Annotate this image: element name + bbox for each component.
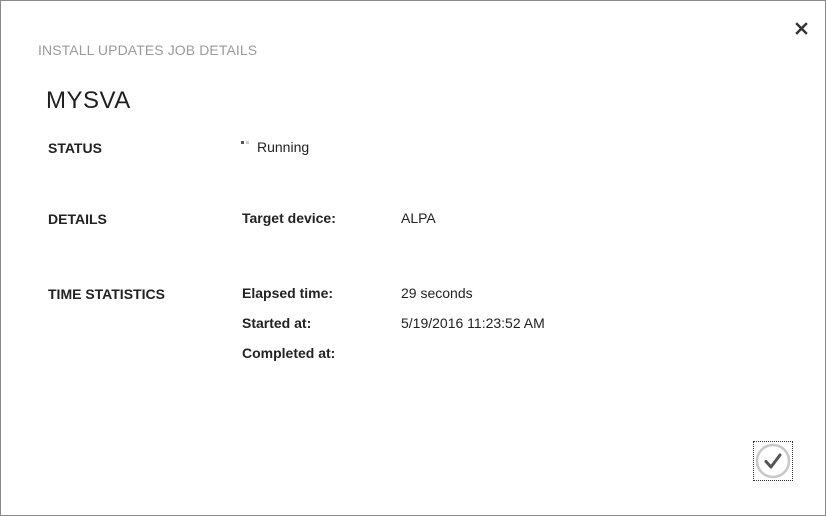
checkmark-icon <box>755 443 791 479</box>
target-device-label: Target device: <box>242 210 336 226</box>
dialog-subtitle: INSTALL UPDATES JOB DETAILS <box>38 42 258 58</box>
target-device-value: ALPA <box>401 210 436 226</box>
close-button[interactable] <box>791 18 813 40</box>
status-text: Running <box>257 139 310 155</box>
job-details-dialog: INSTALL UPDATES JOB DETAILS MYSVA STATUS… <box>0 0 826 516</box>
started-at-value: 5/19/2016 11:23:52 AM <box>401 315 545 331</box>
elapsed-time-label: Elapsed time: <box>242 285 334 301</box>
confirm-button[interactable] <box>753 441 793 481</box>
progress-spinner-icon <box>241 139 253 147</box>
close-icon <box>795 22 808 35</box>
status-value: Running <box>241 139 309 155</box>
time-statistics-section-label: TIME STATISTICS <box>48 286 165 302</box>
dialog-title: MYSVA <box>46 87 131 114</box>
completed-at-label: Completed at: <box>242 345 336 361</box>
elapsed-time-value: 29 seconds <box>401 285 473 301</box>
status-section-label: STATUS <box>48 140 102 156</box>
details-section-label: DETAILS <box>48 211 107 227</box>
started-at-label: Started at: <box>242 315 312 331</box>
